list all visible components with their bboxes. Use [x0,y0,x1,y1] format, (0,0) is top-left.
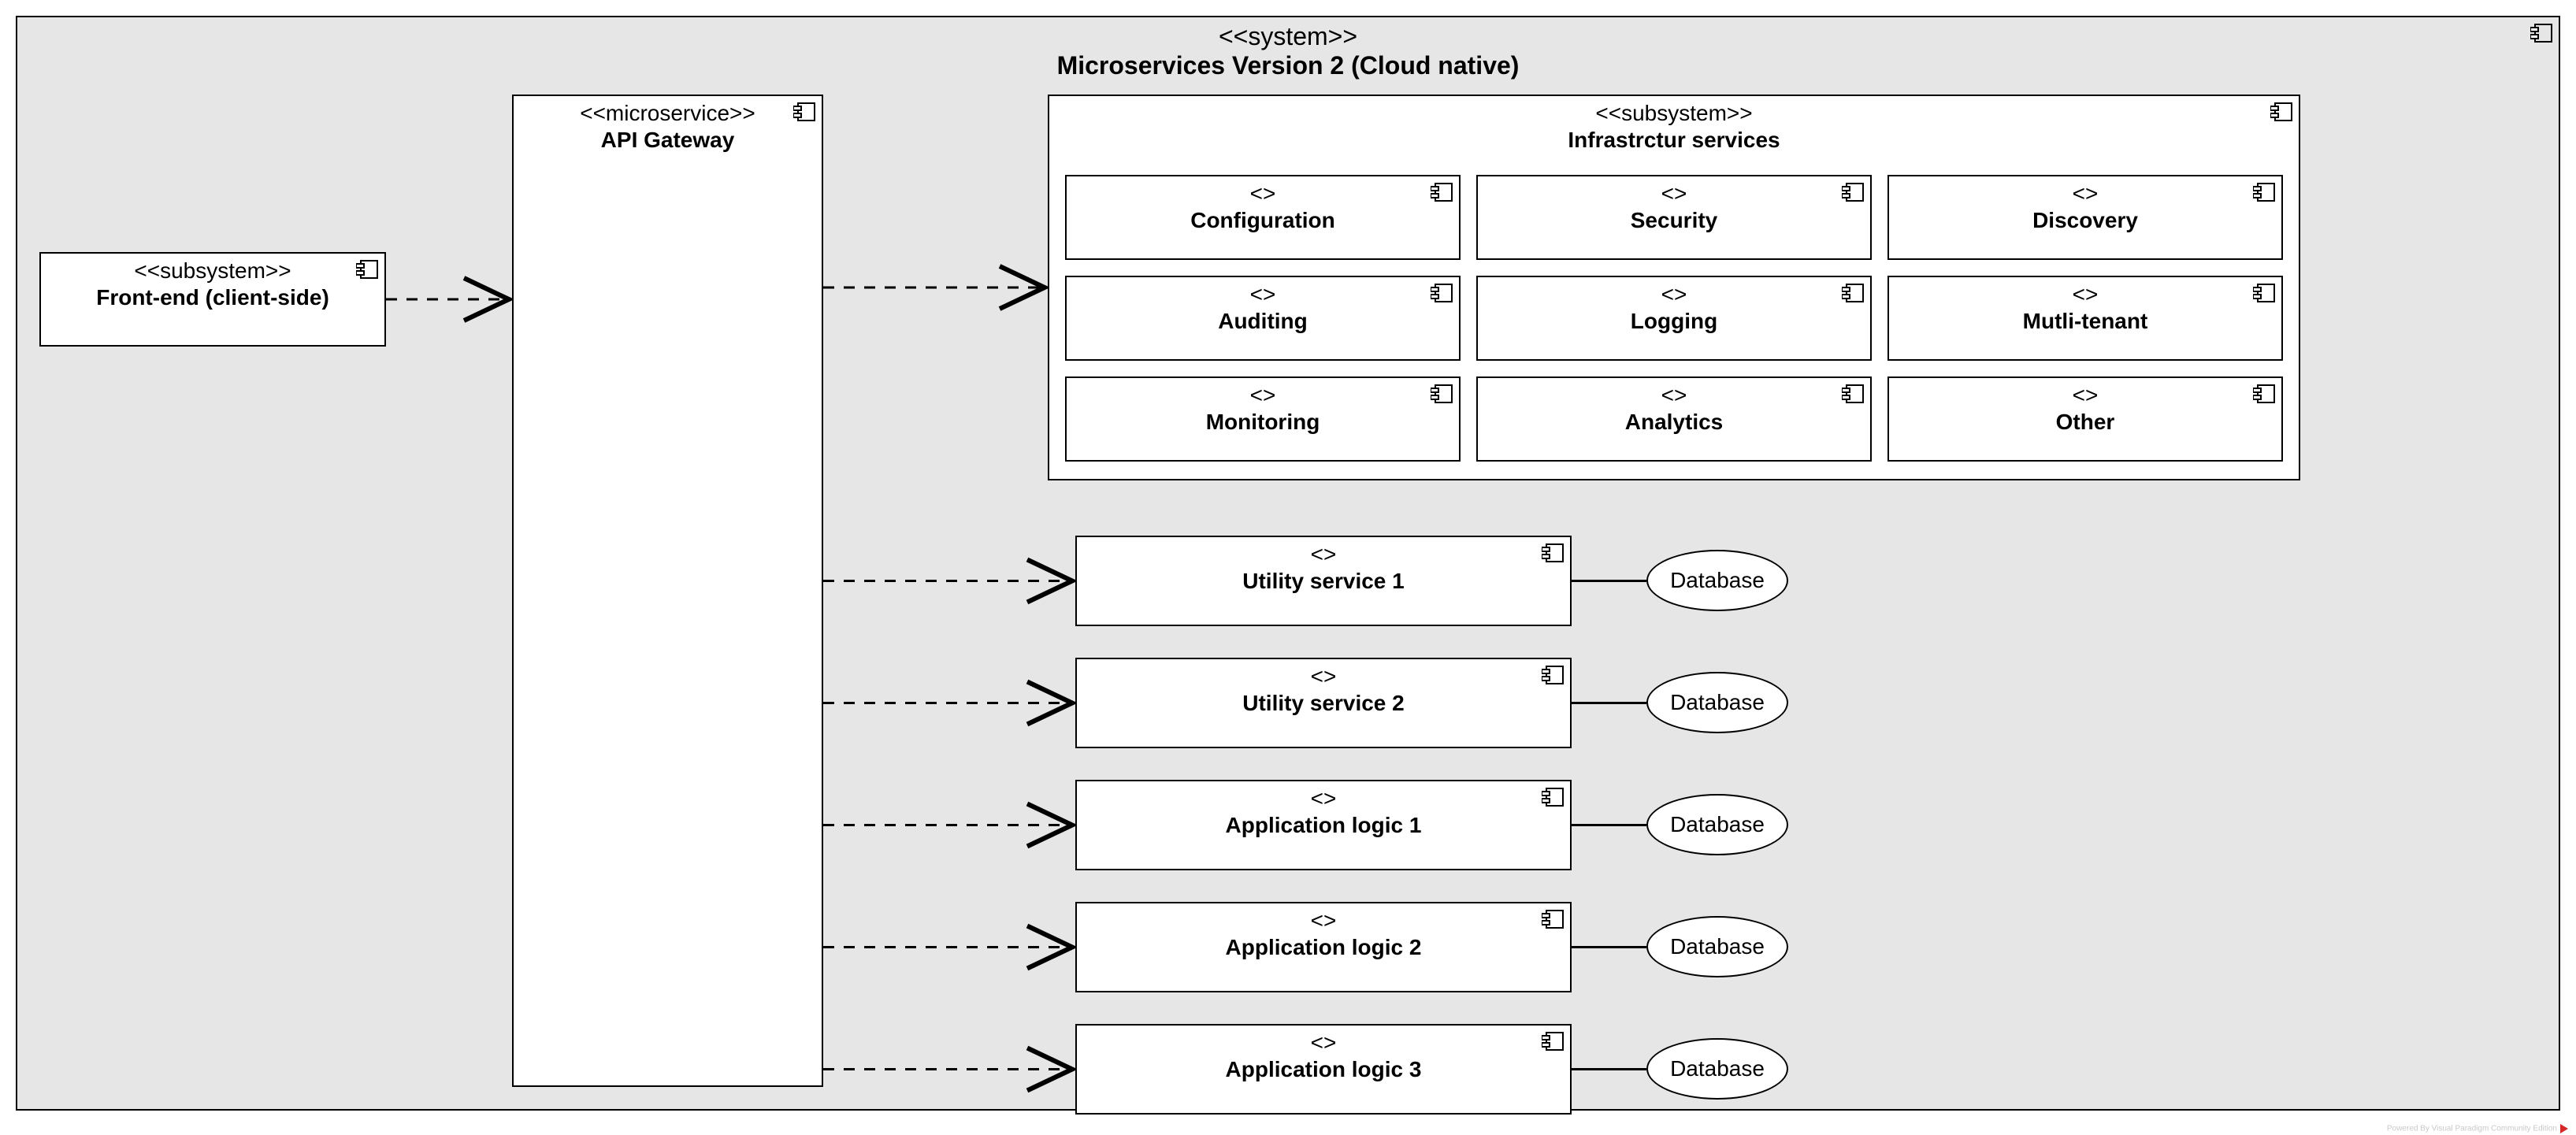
infra-name: Infrastrctur services [1049,128,2299,153]
component-icon [2253,183,2275,202]
database-3: Database [1646,916,1788,977]
arrow-icon [2560,1124,2568,1133]
infra-stereo: <<subsystem>> [1049,101,2299,126]
component-icon [2253,284,2275,302]
database-4: Database [1646,1038,1788,1100]
component-icon [1542,1032,1564,1051]
infra-service-1: <>Security [1476,175,1872,260]
component-icon [2253,384,2275,403]
watermark: Powered By Visual Paradigm Community Edi… [2387,1124,2568,1133]
infra-service-8: <>Other [1887,376,2283,462]
service-0: <>Utility service 1 [1075,536,1572,626]
infra-service-0: <>Configuration [1065,175,1461,260]
component-icon [1431,183,1453,202]
infra-service-2: <>Discovery [1887,175,2283,260]
component-icon [1431,284,1453,302]
gateway-name: API Gateway [514,128,822,153]
component-icon [2530,24,2552,43]
component-icon [1842,284,1864,302]
database-0: Database [1646,550,1788,611]
infra-grid: <>Configuration<>Security<>Discovery <>Au… [1049,159,2299,477]
infra-service-3: <>Auditing [1065,276,1461,361]
database-2: Database [1646,794,1788,855]
service-3: <>Application logic 2 [1075,902,1572,992]
infra-service-4: <>Logging [1476,276,1872,361]
component-icon [1542,788,1564,807]
infra-service-5: <>Mutli-tenant [1887,276,2283,361]
database-1: Database [1646,672,1788,733]
infra-service-7: <>Analytics [1476,376,1872,462]
component-icon [1542,666,1564,684]
system-stereo: <<system>> [17,22,2559,51]
component-icon [1431,384,1453,403]
service-4: <>Application logic 3 [1075,1024,1572,1115]
component-icon [1842,384,1864,403]
frontend-subsystem: <<subsystem>> Front-end (client-side) [39,252,386,347]
infra-service-6: <>Monitoring [1065,376,1461,462]
api-gateway: <<microservice>> API Gateway [512,95,823,1087]
component-icon [356,260,378,279]
service-2: <>Application logic 1 [1075,780,1572,870]
component-icon [1542,543,1564,562]
system-name: Microservices Version 2 (Cloud native) [17,51,2559,80]
diagram-canvas: <<system>> Microservices Version 2 (Clou… [0,0,2576,1135]
gateway-stereo: <<microservice>> [514,101,822,126]
component-icon [793,102,815,121]
infra-subsystem: <<subsystem>> Infrastrctur services <>Co… [1048,95,2300,480]
frontend-name: Front-end (client-side) [41,285,384,310]
component-icon [2270,102,2292,121]
component-icon [1542,910,1564,929]
component-icon [1842,183,1864,202]
frontend-stereo: <<subsystem>> [41,258,384,284]
service-1: <>Utility service 2 [1075,658,1572,748]
